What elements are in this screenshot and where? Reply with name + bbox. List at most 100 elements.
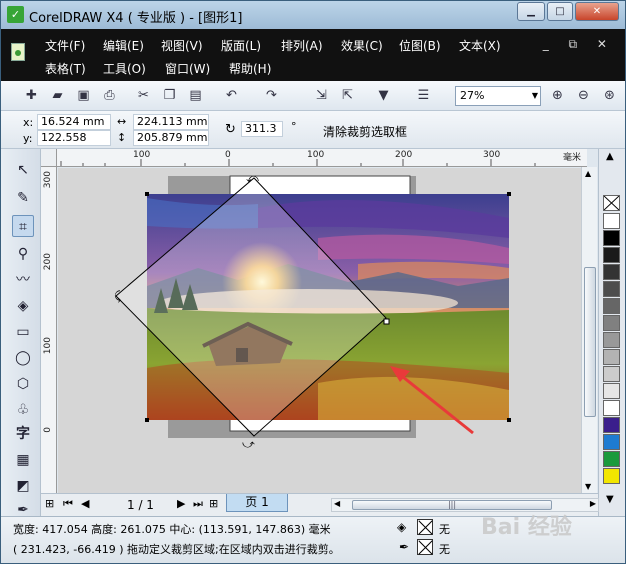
- drawing-canvas[interactable]: ⤺ ⤹ ⤻: [58, 168, 581, 493]
- minimize-button[interactable]: ▁: [517, 2, 545, 21]
- y-position-input[interactable]: 122.558 mm: [37, 130, 111, 158]
- palette-swatch[interactable]: [603, 451, 620, 467]
- palette-swatch[interactable]: [603, 247, 620, 263]
- previous-page-icon[interactable]: ◀: [81, 497, 89, 510]
- shape-tool-icon[interactable]: ✎: [12, 187, 34, 209]
- horizontal-ruler[interactable]: 100 0 100 200 300 毫米: [57, 149, 587, 167]
- window-title: CorelDRAW X4 ( 专业版 ) - [图形1]: [29, 11, 243, 26]
- scroll-left-icon[interactable]: ◀: [334, 499, 340, 508]
- palette-scroll-up-icon[interactable]: ▲: [606, 151, 614, 162]
- menu-edit[interactable]: 编辑(E): [103, 37, 144, 54]
- menu-view[interactable]: 视图(V): [161, 37, 203, 54]
- crop-tool-icon[interactable]: ⌗: [12, 215, 34, 237]
- svg-text:⤺: ⤺: [246, 171, 259, 185]
- x-position-input[interactable]: 16.524 mm: [37, 114, 111, 130]
- maximize-button[interactable]: □: [547, 2, 573, 21]
- fill-bucket-icon[interactable]: ◈: [397, 520, 406, 534]
- menu-layout[interactable]: 版面(L): [221, 37, 261, 54]
- chevron-down-icon: ▼: [531, 91, 538, 100]
- scroll-down-icon[interactable]: ▼: [585, 482, 591, 491]
- ruler-label: 100: [133, 150, 151, 160]
- new-document-icon[interactable]: ✚: [23, 87, 40, 104]
- clear-crop-marquee-button[interactable]: 清除裁剪选取框: [323, 123, 407, 140]
- zoom-out-icon[interactable]: ⊖: [575, 87, 592, 104]
- ellipse-tool-icon[interactable]: ◯: [12, 347, 34, 369]
- ruler-origin[interactable]: [41, 149, 57, 167]
- last-page-icon[interactable]: ⏭: [193, 497, 203, 511]
- pick-tool-icon[interactable]: ↖: [12, 159, 34, 181]
- open-folder-icon[interactable]: ▰: [49, 87, 66, 104]
- palette-swatch[interactable]: [603, 281, 620, 297]
- palette-swatch[interactable]: [603, 298, 620, 314]
- menu-file[interactable]: 文件(F): [45, 37, 85, 54]
- table-tool-icon[interactable]: ▦: [12, 449, 34, 471]
- menu-bitmaps[interactable]: 位图(B): [399, 37, 441, 54]
- application-launcher-icon[interactable]: ▼: [375, 87, 392, 104]
- print-icon[interactable]: ⎙: [101, 87, 118, 104]
- page-tab-1[interactable]: 页 1: [226, 494, 288, 512]
- first-page-icon[interactable]: ⏮: [63, 497, 73, 511]
- outline-pen-icon[interactable]: ✒: [399, 540, 409, 554]
- palette-swatch[interactable]: [603, 230, 620, 246]
- welcome-screen-icon[interactable]: ☰: [415, 87, 432, 104]
- ruler-label: 200: [395, 150, 413, 160]
- menu-table[interactable]: 表格(T): [45, 60, 86, 77]
- scroll-right-icon[interactable]: ▶: [590, 499, 596, 508]
- menu-effects[interactable]: 效果(C): [341, 37, 383, 54]
- palette-swatch[interactable]: [603, 349, 620, 365]
- add-page-icon[interactable]: ⊞: [45, 497, 54, 510]
- undo-icon[interactable]: ↶: [223, 87, 240, 104]
- zoom-tool-icon[interactable]: ⚲: [12, 243, 34, 265]
- palette-swatch[interactable]: [603, 468, 620, 484]
- no-color-swatch[interactable]: [603, 195, 620, 211]
- menu-window[interactable]: 窗口(W): [165, 60, 210, 77]
- document-icon[interactable]: [11, 43, 25, 61]
- palette-swatch[interactable]: [603, 400, 620, 416]
- polygon-tool-icon[interactable]: ⬡: [12, 373, 34, 395]
- interactive-blend-tool-icon[interactable]: ◩: [12, 475, 34, 497]
- menu-arrange[interactable]: 排列(A): [281, 37, 323, 54]
- coreldraw-app-icon[interactable]: ✓: [7, 6, 24, 23]
- outline-none-swatch[interactable]: [417, 539, 433, 555]
- palette-scroll-down-icon[interactable]: ▼: [606, 494, 614, 505]
- copy-icon[interactable]: ❐: [161, 87, 178, 104]
- freehand-tool-icon[interactable]: 〰: [12, 269, 34, 291]
- zoom-all-icon[interactable]: ⊛: [601, 87, 618, 104]
- palette-swatch[interactable]: [603, 264, 620, 280]
- vertical-scroll-thumb[interactable]: [584, 267, 596, 417]
- vertical-ruler[interactable]: 300 200 100 0: [41, 167, 57, 493]
- zoom-in-icon[interactable]: ⊕: [549, 87, 566, 104]
- scroll-up-icon[interactable]: ▲: [585, 169, 591, 178]
- smart-fill-tool-icon[interactable]: ◈: [12, 295, 34, 317]
- canvas-artwork: ⤺ ⤹ ⤻: [113, 171, 511, 451]
- menu-text[interactable]: 文本(X): [459, 37, 501, 54]
- text-tool-icon[interactable]: 字: [12, 423, 34, 445]
- palette-swatch[interactable]: [603, 383, 620, 399]
- export-icon[interactable]: ⇱: [339, 87, 356, 104]
- palette-swatch[interactable]: [603, 366, 620, 382]
- basic-shapes-tool-icon[interactable]: ♧: [12, 399, 34, 421]
- rectangle-tool-icon[interactable]: ▭: [12, 321, 34, 343]
- palette-swatch[interactable]: [603, 315, 620, 331]
- save-icon[interactable]: ▣: [75, 87, 92, 104]
- fill-none-swatch[interactable]: [417, 519, 433, 535]
- zoom-level-select[interactable]: 27% ▼: [455, 86, 541, 106]
- redo-icon[interactable]: ↷: [263, 87, 280, 104]
- height-input[interactable]: 205.879 mm: [133, 130, 209, 146]
- close-button[interactable]: ✕: [575, 2, 619, 21]
- palette-swatch[interactable]: [603, 417, 620, 433]
- menu-help[interactable]: 帮助(H): [229, 60, 271, 77]
- next-page-icon[interactable]: ▶: [177, 497, 185, 510]
- cut-icon[interactable]: ✂: [135, 87, 152, 104]
- palette-swatch[interactable]: [603, 213, 620, 229]
- width-input[interactable]: 224.113 mm: [133, 114, 209, 130]
- menu-tools[interactable]: 工具(O): [103, 60, 146, 77]
- add-page-after-icon[interactable]: ⊞: [209, 497, 218, 510]
- import-icon[interactable]: ⇲: [313, 87, 330, 104]
- mdi-window-controls[interactable]: _ ⧉ ✕: [543, 37, 615, 52]
- paste-icon[interactable]: ▤: [187, 87, 204, 104]
- palette-swatch[interactable]: [603, 434, 620, 450]
- rotation-angle-input[interactable]: 311.3: [241, 121, 283, 137]
- vertical-scrollbar[interactable]: ▲ ▼: [581, 167, 597, 493]
- palette-swatch[interactable]: [603, 332, 620, 348]
